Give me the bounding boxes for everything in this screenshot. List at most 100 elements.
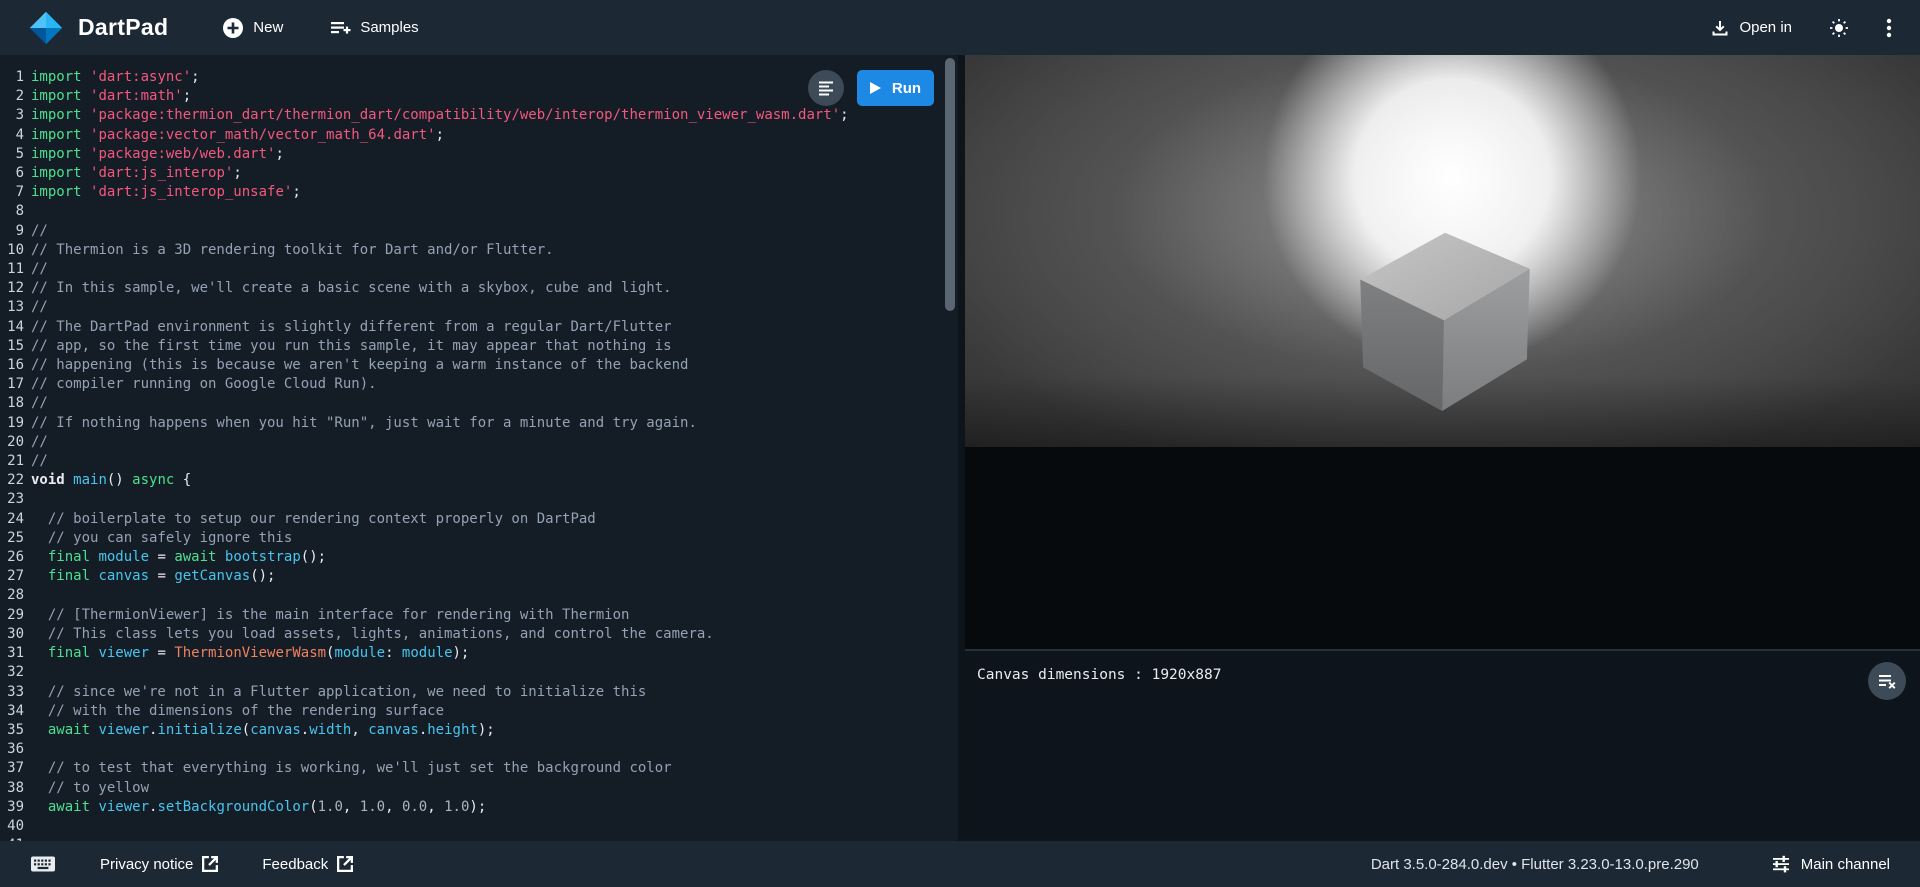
line-number: 3 (0, 106, 24, 125)
code-line[interactable]: 15// app, so the first time you run this… (0, 337, 942, 356)
render-canvas[interactable] (965, 55, 1920, 447)
code-line[interactable]: 39 await viewer.setBackgroundColor(1.0, … (0, 798, 942, 817)
code-area[interactable]: 1import 'dart:async';2import 'dart:math'… (0, 68, 942, 841)
line-number: 20 (0, 433, 24, 452)
code-line[interactable]: 37 // to test that everything is working… (0, 759, 942, 778)
code-line[interactable]: 23 (0, 490, 942, 509)
app-title: DartPad (78, 14, 168, 41)
line-number: 4 (0, 126, 24, 145)
code-line[interactable]: 13// (0, 298, 942, 317)
line-number: 6 (0, 164, 24, 183)
code-line[interactable]: 17// compiler running on Google Cloud Ru… (0, 375, 942, 394)
code-line[interactable]: 21// (0, 452, 942, 471)
line-number: 1 (0, 68, 24, 87)
code-line[interactable]: 28 (0, 586, 942, 605)
panel-splitter[interactable] (958, 55, 965, 841)
line-number: 21 (0, 452, 24, 471)
line-number: 25 (0, 529, 24, 548)
code-line[interactable]: 34 // with the dimensions of the renderi… (0, 702, 942, 721)
overflow-menu-button[interactable] (1886, 17, 1892, 39)
keyboard-shortcuts-button[interactable] (30, 855, 56, 873)
code-line[interactable]: 8 (0, 202, 942, 221)
code-line[interactable]: 2import 'dart:math'; (0, 87, 942, 106)
main-area: 1import 'dart:async';2import 'dart:math'… (0, 55, 1920, 841)
code-line[interactable]: 35 await viewer.initialize(canvas.width,… (0, 721, 942, 740)
line-number: 16 (0, 356, 24, 375)
code-line[interactable]: 33 // since we're not in a Flutter appli… (0, 683, 942, 702)
line-number: 2 (0, 87, 24, 106)
code-line[interactable]: 20// (0, 433, 942, 452)
code-line[interactable]: 40 (0, 817, 942, 836)
line-number: 11 (0, 260, 24, 279)
line-number: 23 (0, 490, 24, 509)
code-line[interactable]: 14// The DartPad environment is slightly… (0, 318, 942, 337)
code-line[interactable]: 9// (0, 222, 942, 241)
code-editor-panel[interactable]: 1import 'dart:async';2import 'dart:math'… (0, 55, 958, 841)
line-number: 33 (0, 683, 24, 702)
line-number: 27 (0, 567, 24, 586)
code-line[interactable]: 24 // boilerplate to setup our rendering… (0, 510, 942, 529)
open-in-label: Open in (1739, 19, 1792, 36)
line-number: 35 (0, 721, 24, 740)
output-panel: Canvas dimensions : 1920x887 (965, 55, 1920, 841)
sdk-version-text: Dart 3.5.0-284.0.dev • Flutter 3.23.0-13… (1371, 856, 1699, 873)
line-number: 41 (0, 836, 24, 841)
feedback-link[interactable]: Feedback (262, 856, 353, 873)
run-button[interactable]: Run (857, 70, 934, 106)
kebab-menu-icon (1886, 17, 1892, 39)
external-link-icon (202, 856, 218, 872)
code-line[interactable]: 22void main() async { (0, 471, 942, 490)
editor-scrollbar[interactable] (945, 58, 955, 311)
line-number: 22 (0, 471, 24, 490)
clear-console-button[interactable] (1868, 662, 1906, 700)
code-line[interactable]: 12// In this sample, we'll create a basi… (0, 279, 942, 298)
code-line[interactable]: 30 // This class lets you load assets, l… (0, 625, 942, 644)
code-line[interactable]: 36 (0, 740, 942, 759)
samples-button[interactable]: Samples (329, 17, 418, 39)
line-number: 12 (0, 279, 24, 298)
privacy-notice-label: Privacy notice (100, 856, 193, 873)
code-line[interactable]: 5import 'package:web/web.dart'; (0, 145, 942, 164)
line-number: 31 (0, 644, 24, 663)
open-in-button[interactable]: Open in (1710, 18, 1792, 38)
code-line[interactable]: 16// happening (this is because we aren'… (0, 356, 942, 375)
code-line[interactable]: 7import 'dart:js_interop_unsafe'; (0, 183, 942, 202)
code-line[interactable]: 32 (0, 663, 942, 682)
new-button[interactable]: New (222, 17, 283, 39)
code-line[interactable]: 10// Thermion is a 3D rendering toolkit … (0, 241, 942, 260)
code-line[interactable]: 6import 'dart:js_interop'; (0, 164, 942, 183)
console-panel[interactable]: Canvas dimensions : 1920x887 (965, 649, 1920, 841)
line-number: 19 (0, 414, 24, 433)
brightness-icon (1828, 17, 1850, 39)
line-number: 17 (0, 375, 24, 394)
channel-selector[interactable]: Main channel (1771, 854, 1890, 874)
code-line[interactable]: 31 final viewer = ThermionViewerWasm(mod… (0, 644, 942, 663)
line-number: 29 (0, 606, 24, 625)
format-align-icon (817, 79, 835, 97)
theme-toggle-button[interactable] (1828, 17, 1850, 39)
playlist-add-icon (329, 17, 351, 39)
code-line[interactable]: 4import 'package:vector_math/vector_math… (0, 126, 942, 145)
code-line[interactable]: 3import 'package:thermion_dart/thermion_… (0, 106, 942, 125)
new-button-label: New (253, 19, 283, 36)
code-line[interactable]: 29 // [ThermionViewer] is the main inter… (0, 606, 942, 625)
frame-background (965, 447, 1920, 649)
code-line[interactable]: 1import 'dart:async'; (0, 68, 942, 87)
format-button[interactable] (808, 70, 844, 106)
code-line[interactable]: 27 final canvas = getCanvas(); (0, 567, 942, 586)
play-icon (870, 82, 881, 94)
channel-label: Main channel (1801, 856, 1890, 873)
line-number: 18 (0, 394, 24, 413)
code-line[interactable]: 25 // you can safely ignore this (0, 529, 942, 548)
line-number: 32 (0, 663, 24, 682)
code-line[interactable]: 41 (0, 836, 942, 841)
code-line[interactable]: 26 final module = await bootstrap(); (0, 548, 942, 567)
cube-3d (1347, 223, 1543, 413)
code-line[interactable]: 18// (0, 394, 942, 413)
line-number: 28 (0, 586, 24, 605)
code-line[interactable]: 19// If nothing happens when you hit "Ru… (0, 414, 942, 433)
code-line[interactable]: 11// (0, 260, 942, 279)
code-line[interactable]: 38 // to yellow (0, 779, 942, 798)
privacy-notice-link[interactable]: Privacy notice (100, 856, 218, 873)
line-number: 8 (0, 202, 24, 221)
